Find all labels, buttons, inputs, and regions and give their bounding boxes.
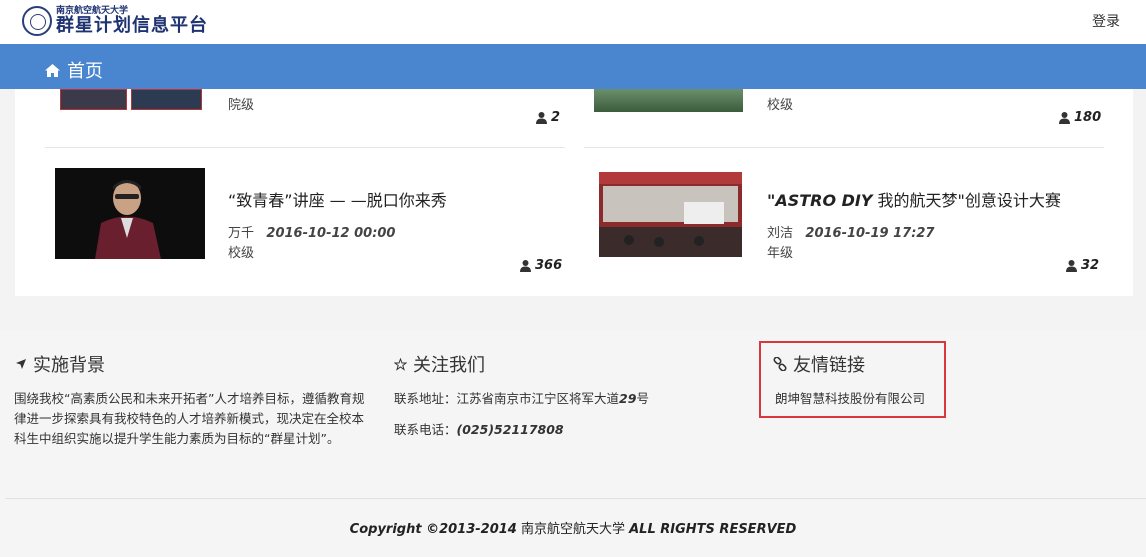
- footer-divider: [5, 498, 1146, 499]
- follow-heading: 关注我们: [394, 351, 485, 377]
- divider: [45, 147, 565, 148]
- activity-thumbnail[interactable]: [599, 172, 742, 257]
- user-icon: [520, 259, 531, 272]
- friend-link-item[interactable]: 朗坤智慧科技股份有限公司: [775, 389, 925, 409]
- nav-home[interactable]: 首页: [44, 57, 103, 83]
- event-photo: [599, 172, 742, 257]
- activity-thumbnail[interactable]: [55, 168, 205, 259]
- background-heading: 实施背景: [15, 351, 105, 377]
- participant-count: 2: [536, 110, 560, 125]
- logo-platform-name: 群星计划信息平台: [56, 15, 208, 36]
- participant-count: 366: [520, 258, 562, 273]
- activity-title[interactable]: “致青春”讲座 — —脱口你来秀: [228, 187, 447, 211]
- main-navbar: 首页: [0, 44, 1146, 89]
- top-bar: 南京航空航天大学 群星计划信息平台 登录: [0, 0, 1146, 44]
- activity-author-date: 刘洁 2016-10-19 17:27: [767, 226, 935, 241]
- participant-count: 180: [1059, 110, 1101, 125]
- activity-title[interactable]: "ASTRO DIY 我的航天梦"创意设计大赛: [767, 187, 1061, 211]
- login-link[interactable]: 登录: [1092, 11, 1120, 31]
- activity-thumbnail[interactable]: [131, 89, 202, 110]
- activity-level: 校级: [228, 246, 255, 261]
- contact-address: 联系地址：江苏省南京市江宁区将军大道29号: [394, 391, 649, 406]
- site-logo[interactable]: 南京航空航天大学 群星计划信息平台: [22, 6, 208, 36]
- nav-home-label: 首页: [67, 61, 103, 82]
- home-icon: [45, 63, 60, 77]
- activity-author-date: 万千 2016-10-12 00:00: [228, 226, 396, 241]
- activity-level: 年级: [767, 246, 794, 261]
- background-text: 围绕我校“高素质公民和未来开拓者”人才培养目标，遵循教育规律进一步探索具有我校特…: [14, 391, 365, 446]
- user-icon: [1059, 111, 1070, 124]
- link-icon: [773, 357, 787, 371]
- user-icon: [1066, 259, 1077, 272]
- contact-phone: 联系电话：(025)52117808: [394, 422, 564, 437]
- location-arrow-icon: [16, 359, 26, 369]
- activity-level: 校级: [767, 98, 794, 113]
- star-outline-icon: [394, 357, 407, 371]
- university-seal-icon: [22, 6, 52, 36]
- user-icon: [536, 111, 547, 124]
- activity-thumbnail[interactable]: [60, 89, 127, 110]
- activity-thumbnail[interactable]: [594, 89, 743, 112]
- activity-level: 院级: [228, 98, 255, 113]
- divider: [584, 147, 1104, 148]
- friend-links-heading: 友情链接: [773, 351, 865, 377]
- copyright: Copyright ©2013-2014 南京航空航天大学 ALL RIGHTS…: [349, 522, 797, 537]
- participant-count: 32: [1066, 258, 1099, 273]
- speaker-photo: [55, 168, 205, 259]
